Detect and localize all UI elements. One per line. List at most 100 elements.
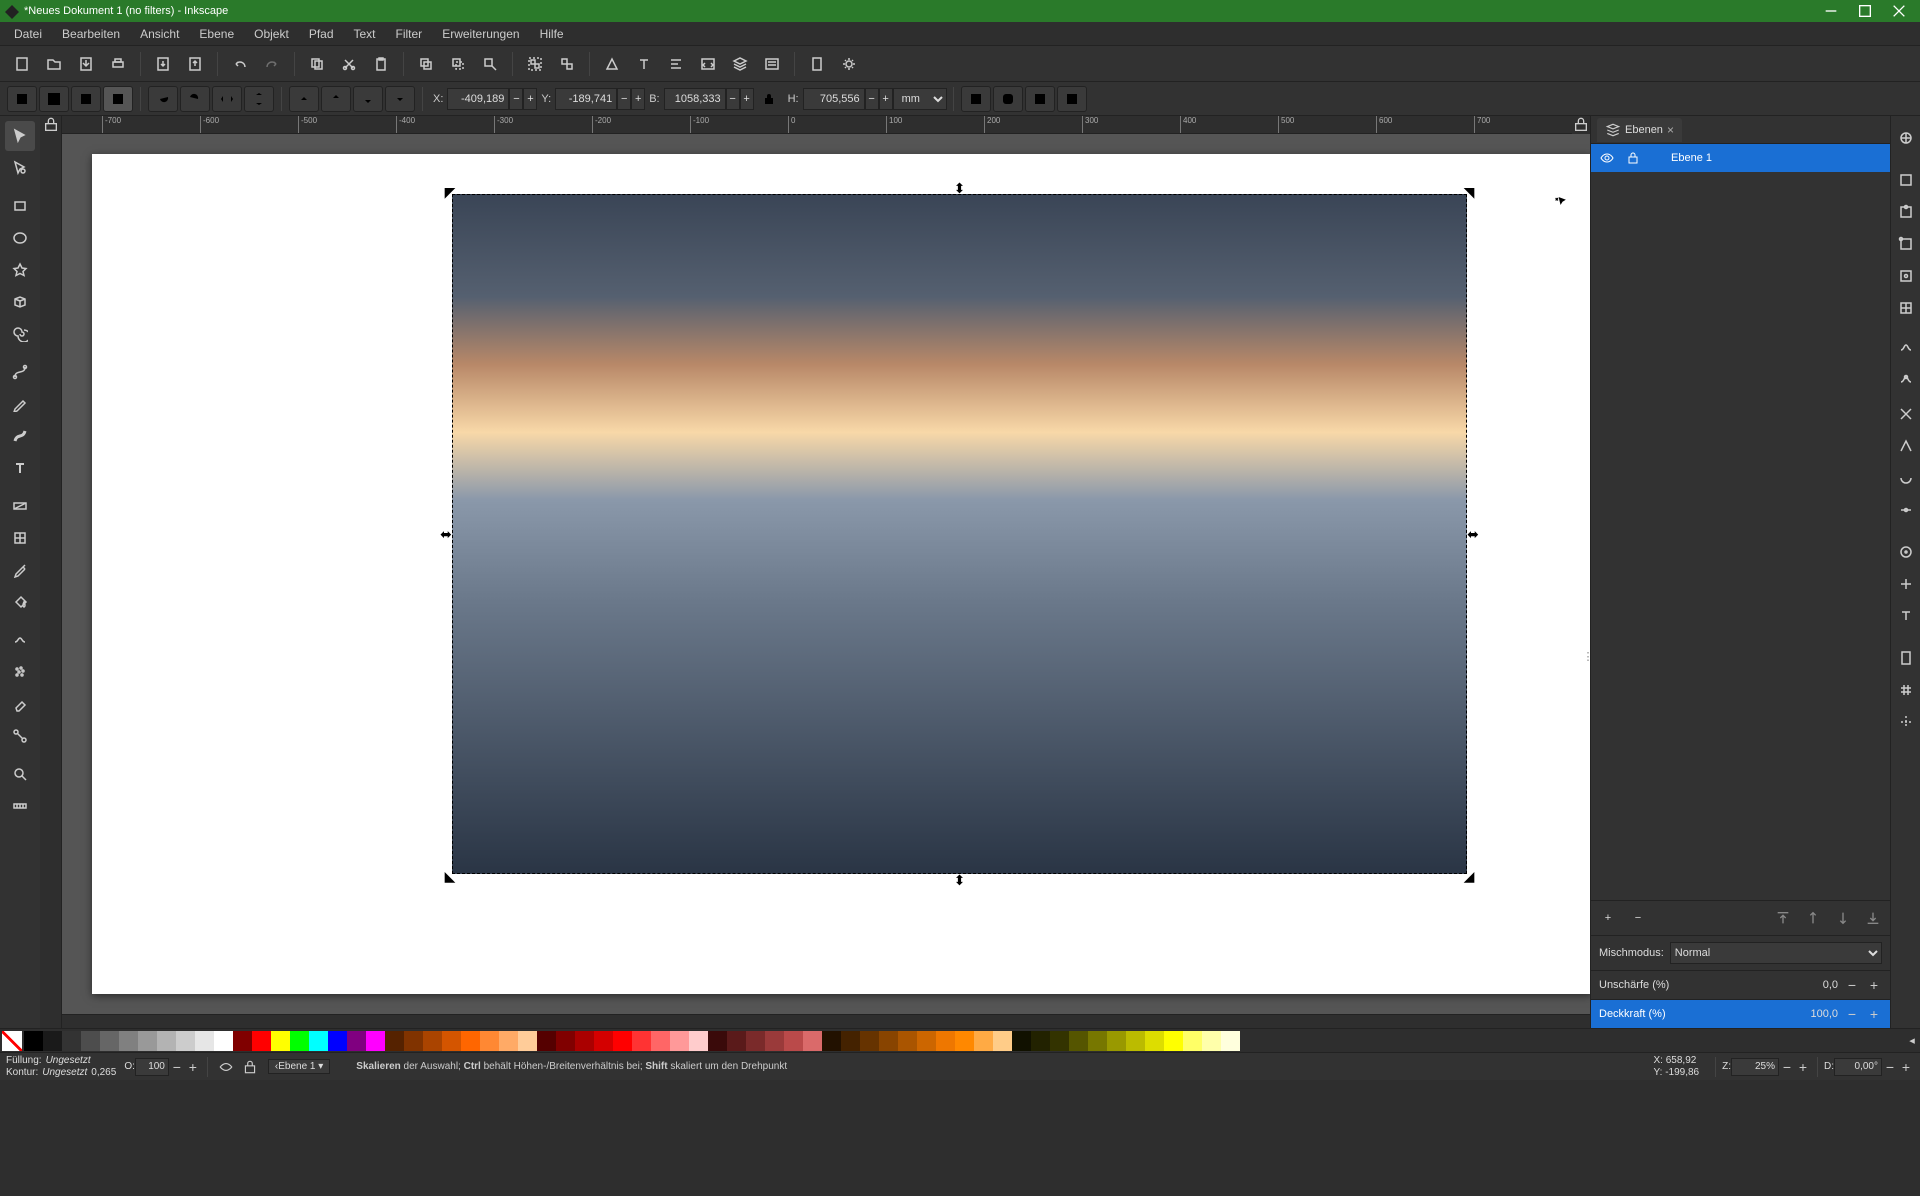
color-swatch[interactable] — [119, 1031, 138, 1051]
snap-grid-button[interactable] — [1894, 678, 1918, 702]
color-swatch[interactable] — [442, 1031, 461, 1051]
color-swatch[interactable] — [1107, 1031, 1126, 1051]
color-swatch[interactable] — [461, 1031, 480, 1051]
color-swatch[interactable] — [195, 1031, 214, 1051]
snap-text-button[interactable] — [1894, 604, 1918, 628]
flip-h-button[interactable] — [212, 86, 242, 112]
menu-bearbeiten[interactable]: Bearbeiten — [52, 24, 130, 44]
color-swatch[interactable] — [575, 1031, 594, 1051]
select-all-layers-button[interactable] — [7, 86, 37, 112]
resize-handle-e[interactable]: ⬌ — [1468, 529, 1478, 539]
rotation-minus[interactable]: − — [1882, 1059, 1898, 1075]
color-swatch[interactable] — [822, 1031, 841, 1051]
print-button[interactable] — [103, 49, 133, 79]
save-button[interactable] — [71, 49, 101, 79]
ellipse-tool[interactable] — [5, 223, 35, 253]
color-swatch[interactable] — [670, 1031, 689, 1051]
layer-name[interactable]: Ebene 1 — [1671, 152, 1712, 164]
color-swatch[interactable] — [404, 1031, 423, 1051]
menu-hilfe[interactable]: Hilfe — [530, 24, 574, 44]
lower-button[interactable] — [353, 86, 383, 112]
x-input[interactable] — [447, 88, 509, 110]
color-swatch[interactable] — [727, 1031, 746, 1051]
rotate-cw-button[interactable] — [180, 86, 210, 112]
blend-mode-select[interactable]: Normal — [1670, 942, 1882, 964]
snap-guide-button[interactable] — [1894, 710, 1918, 734]
add-layer-button[interactable]: + — [1597, 907, 1619, 929]
color-swatch[interactable] — [955, 1031, 974, 1051]
color-swatch[interactable] — [860, 1031, 879, 1051]
layer-bottom-button[interactable] — [1862, 907, 1884, 929]
opacity-plus-button[interactable]: + — [1866, 1006, 1882, 1022]
color-swatch[interactable] — [518, 1031, 537, 1051]
color-swatch[interactable] — [689, 1031, 708, 1051]
text-dialog-button[interactable] — [629, 49, 659, 79]
color-swatch[interactable] — [176, 1031, 195, 1051]
snap-path-button[interactable] — [1894, 370, 1918, 394]
xml-editor-button[interactable] — [693, 49, 723, 79]
blur-plus-button[interactable]: + — [1866, 977, 1882, 993]
ungroup-button[interactable] — [552, 49, 582, 79]
color-swatch[interactable] — [708, 1031, 727, 1051]
horizontal-ruler[interactable]: -700-600-500-400-300-200-100010020030040… — [62, 116, 1590, 134]
color-swatch[interactable] — [1202, 1031, 1221, 1051]
color-swatch[interactable] — [1031, 1031, 1050, 1051]
menu-pfad[interactable]: Pfad — [299, 24, 344, 44]
color-swatch[interactable] — [746, 1031, 765, 1051]
menu-filter[interactable]: Filter — [386, 24, 433, 44]
w-input[interactable] — [664, 88, 726, 110]
color-swatch[interactable] — [936, 1031, 955, 1051]
color-swatch[interactable] — [613, 1031, 632, 1051]
horizontal-scrollbar[interactable] — [62, 1014, 1590, 1028]
color-swatch[interactable] — [157, 1031, 176, 1051]
stroke-value[interactable]: Ungesetzt — [42, 1067, 87, 1079]
snap-page-button[interactable] — [1894, 646, 1918, 670]
spiral-tool[interactable] — [5, 319, 35, 349]
bezier-tool[interactable] — [5, 357, 35, 387]
import-button[interactable] — [148, 49, 178, 79]
color-swatch[interactable] — [1183, 1031, 1202, 1051]
resize-handle-se[interactable]: ◢ — [1464, 871, 1474, 881]
menu-text[interactable]: Text — [344, 24, 386, 44]
color-swatch[interactable] — [1164, 1031, 1183, 1051]
snap-bbox-button[interactable] — [1894, 168, 1918, 192]
color-swatch[interactable] — [100, 1031, 119, 1051]
unit-select[interactable]: mm — [893, 88, 947, 110]
rotate-ccw-button[interactable] — [148, 86, 178, 112]
layer-top-button[interactable] — [1772, 907, 1794, 929]
open-button[interactable] — [39, 49, 69, 79]
h-plus-button[interactable]: + — [879, 88, 893, 110]
maximize-button[interactable] — [1848, 0, 1882, 22]
remove-layer-button[interactable]: − — [1627, 907, 1649, 929]
resize-handle-ne[interactable]: ◥ — [1464, 187, 1474, 197]
cut-button[interactable] — [334, 49, 364, 79]
resize-handle-w[interactable]: ⬌ — [441, 529, 451, 539]
color-swatch[interactable] — [1050, 1031, 1069, 1051]
layer-row[interactable]: Ebene 1 — [1591, 144, 1890, 172]
zoom-tool[interactable] — [5, 759, 35, 789]
flip-v-button[interactable] — [244, 86, 274, 112]
snap-midpoint-button[interactable] — [1894, 498, 1918, 522]
color-swatch[interactable] — [556, 1031, 575, 1051]
selected-image[interactable]: ◤ ⬍ ◥ ⬌ ⬌ ◣ ⬍ ◢ — [452, 194, 1467, 874]
color-swatch[interactable] — [841, 1031, 860, 1051]
color-swatch[interactable] — [1145, 1031, 1164, 1051]
color-swatch[interactable] — [328, 1031, 347, 1051]
color-swatch[interactable] — [385, 1031, 404, 1051]
snap-bbox-corner-button[interactable] — [1894, 232, 1918, 256]
color-swatch[interactable] — [784, 1031, 803, 1051]
minimize-button[interactable] — [1814, 0, 1848, 22]
h-input[interactable] — [803, 88, 865, 110]
layer-up-button[interactable] — [1802, 907, 1824, 929]
color-swatch[interactable] — [81, 1031, 100, 1051]
snap-bbox-midpoint-button[interactable] — [1894, 264, 1918, 288]
vertical-ruler[interactable] — [40, 116, 62, 1028]
pencil-tool[interactable] — [5, 389, 35, 419]
document-properties-button[interactable] — [802, 49, 832, 79]
layers-tab[interactable]: Ebenen × — [1597, 118, 1682, 142]
h-minus-button[interactable]: − — [865, 88, 879, 110]
w-plus-button[interactable]: + — [740, 88, 754, 110]
snap-toggle[interactable] — [1894, 126, 1918, 150]
snap-node-button[interactable] — [1894, 338, 1918, 362]
color-swatch[interactable] — [993, 1031, 1012, 1051]
